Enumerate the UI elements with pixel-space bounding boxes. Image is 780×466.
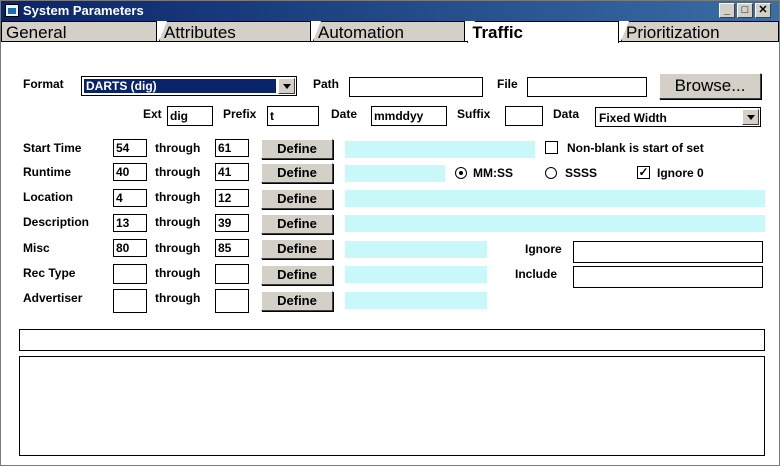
nonblank-label: Non-blank is start of set [567, 141, 704, 155]
ssss-label: SSSS [565, 166, 598, 180]
define-advertiser-button[interactable]: Define [261, 291, 333, 311]
format-value: DARTS (dig) [84, 79, 276, 93]
start-time-preview [345, 141, 535, 158]
ignore-label: Ignore [525, 242, 562, 256]
advertiser-preview [345, 292, 487, 309]
advertiser-label: Advertiser [23, 291, 83, 305]
location-from[interactable]: 4 [113, 189, 147, 207]
mmss-radio[interactable] [455, 167, 467, 179]
misc-to[interactable]: 85 [215, 239, 249, 257]
define-misc-button[interactable]: Define [261, 239, 333, 259]
date-label: Date [331, 107, 358, 121]
ignore0-label: Ignore 0 [657, 166, 704, 180]
path-label: Path [313, 77, 340, 91]
include-input[interactable] [573, 266, 763, 288]
define-runtime-button[interactable]: Define [261, 163, 333, 183]
advertiser-from[interactable] [113, 289, 147, 313]
description-to[interactable]: 39 [215, 214, 249, 232]
date-input[interactable]: mmddyy [371, 106, 447, 126]
advertiser-to[interactable] [215, 289, 249, 313]
define-description-button[interactable]: Define [261, 214, 333, 234]
tab-general[interactable]: General [1, 21, 157, 42]
data-select[interactable]: Fixed Width [595, 107, 761, 127]
suffix-label: Suffix [457, 107, 491, 121]
through-label: through [155, 241, 201, 255]
mmss-label: MM:SS [473, 166, 513, 180]
misc-label: Misc [23, 241, 50, 255]
description-from[interactable]: 13 [113, 214, 147, 232]
misc-preview [345, 241, 487, 258]
file-input[interactable] [527, 77, 647, 97]
title-bar[interactable]: System Parameters _ □ ✕ [1, 1, 779, 21]
system-parameters-window: System Parameters _ □ ✕ General Attribut… [0, 0, 780, 466]
browse-button[interactable]: Browse... [659, 73, 761, 99]
through-label: through [155, 190, 201, 204]
start-time-label: Start Time [23, 141, 82, 155]
suffix-input[interactable] [505, 106, 543, 126]
through-label: through [155, 291, 201, 305]
format-select[interactable]: DARTS (dig) [81, 76, 297, 96]
data-label: Data [553, 107, 580, 121]
app-icon [5, 4, 19, 17]
through-label: through [155, 141, 201, 155]
maximize-button[interactable]: □ [737, 3, 753, 18]
prefix-label: Prefix [223, 107, 257, 121]
rec-type-to[interactable] [215, 264, 249, 284]
ignore-input[interactable] [573, 241, 763, 263]
format-label: Format [23, 77, 64, 91]
ext-input[interactable]: dig [167, 106, 213, 126]
start-time-from[interactable]: 54 [113, 139, 147, 157]
prefix-input[interactable]: t [267, 106, 319, 126]
rec-type-from[interactable] [113, 264, 147, 284]
tab-prioritization[interactable]: Prioritization [621, 21, 779, 41]
define-start-time-button[interactable]: Define [261, 139, 333, 159]
description-label: Description [23, 215, 90, 229]
chevron-down-icon[interactable] [742, 109, 759, 125]
runtime-to[interactable]: 41 [215, 163, 249, 181]
runtime-from[interactable]: 40 [113, 163, 147, 181]
description-preview [345, 215, 765, 232]
include-label: Include [515, 267, 558, 281]
chevron-down-icon[interactable] [278, 78, 295, 94]
ssss-radio[interactable] [545, 167, 557, 179]
minimize-button[interactable]: _ [719, 3, 735, 18]
through-label: through [155, 215, 201, 229]
log-area[interactable] [19, 356, 765, 456]
data-value: Fixed Width [599, 111, 667, 125]
path-input[interactable] [349, 77, 483, 97]
location-preview [345, 190, 765, 207]
tab-attributes[interactable]: Attributes [159, 21, 311, 41]
start-time-to[interactable]: 61 [215, 139, 249, 157]
rec-type-preview [345, 266, 487, 283]
ignore0-checkbox[interactable]: ✓ [637, 166, 650, 179]
runtime-label: Runtime [23, 165, 71, 179]
close-button[interactable]: ✕ [755, 3, 771, 18]
ext-label: Ext [143, 107, 162, 121]
tab-traffic[interactable]: Traffic [467, 21, 619, 43]
rec-type-label: Rec Type [23, 266, 76, 280]
location-to[interactable]: 12 [215, 189, 249, 207]
tab-divider [1, 41, 779, 42]
file-label: File [497, 77, 518, 91]
nonblank-checkbox[interactable] [545, 141, 558, 154]
define-rec-type-button[interactable]: Define [261, 265, 333, 285]
location-label: Location [23, 190, 73, 204]
define-location-button[interactable]: Define [261, 189, 333, 209]
through-label: through [155, 165, 201, 179]
tab-automation[interactable]: Automation [313, 21, 465, 41]
through-label: through [155, 266, 201, 280]
window-title: System Parameters [23, 3, 144, 18]
misc-from[interactable]: 80 [113, 239, 147, 257]
status-field [19, 329, 765, 351]
runtime-preview [345, 165, 445, 182]
